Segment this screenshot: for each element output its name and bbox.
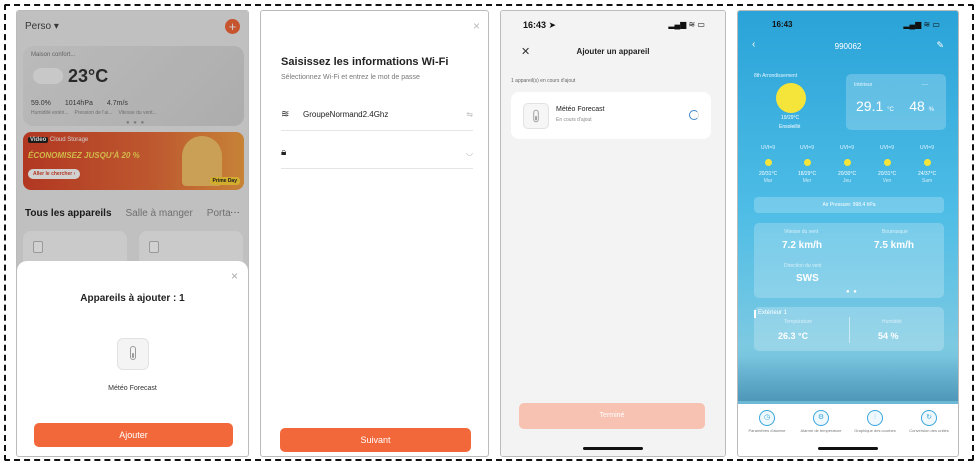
carousel-dots: ● ●	[846, 289, 858, 295]
outdoor-card[interactable]: Extérieur 1 Température 26.3 °C Humidité…	[754, 307, 944, 351]
home-screen-panel: Perso ▾ + Maison confort... 23°C 59.0% 1…	[16, 10, 249, 457]
device-icon[interactable]	[117, 338, 149, 370]
gust-label: Bourrasque	[882, 229, 908, 235]
home-indicator	[583, 447, 643, 450]
page-title: Saisissez les informations Wi-Fi	[281, 56, 449, 68]
status-icons: ▂▄▆ ≋ ▭	[668, 20, 705, 29]
outdoor-temp-value: 26.3 °C	[778, 331, 809, 341]
done-button[interactable]: Terminé	[519, 403, 705, 429]
status-time: 16:43 ➤	[523, 20, 557, 30]
chart-icon: ⫶	[867, 410, 883, 426]
page-subtitle: Sélectionnez Wi-Fi et entrez le mot de p…	[281, 74, 420, 81]
wind-speed-value: 7.2 km/h	[782, 240, 823, 251]
close-icon[interactable]: ×	[231, 269, 238, 283]
hide-password-icon[interactable]: ◡	[466, 148, 473, 157]
wifi-setup-panel: × Saisissez les informations Wi-Fi Sélec…	[260, 10, 489, 457]
indoor-dash: ----	[921, 82, 928, 88]
device-id-title: 990062	[834, 42, 862, 51]
add-devices-sheet: × Appareils à ajouter : 1 Météo Forecast…	[17, 261, 248, 456]
forecast-day: UVI=9 20/31°C Ven	[877, 145, 897, 184]
air-pressure-bar: Air Pressure: 998.4 hPa	[754, 197, 944, 213]
wifi-icon: ≋	[281, 109, 290, 120]
add-button[interactable]: Ajouter	[34, 423, 233, 447]
status-time: 16:43	[772, 20, 793, 29]
temperature-alarm-button[interactable]: ⚙ Alarme de température	[796, 410, 846, 434]
outdoor-hum-label: Humidité	[882, 319, 902, 325]
weather-condition: Ensoleillé	[779, 124, 801, 130]
indoor-humidity: 48 %	[909, 98, 934, 114]
indoor-card[interactable]: Intérieur ---- 29.1 °C 48 %	[846, 74, 946, 130]
thermometer-icon	[130, 346, 136, 360]
sun-icon	[776, 83, 806, 113]
device-icon	[523, 103, 549, 129]
bottom-nav: ◷ Paramètres d'alarme ⚙ Alarme de tempér…	[738, 404, 958, 456]
device-status: En cours d'ajout	[556, 117, 592, 123]
switch-network-icon[interactable]: ⇋	[466, 110, 473, 119]
wifi-password-field[interactable]: 🔒︎ ◡	[281, 139, 473, 169]
location-name: 8th Arrondissement	[754, 73, 798, 79]
home-indicator	[818, 447, 878, 450]
forecast-day: UVI=9 24/37°C Sam	[917, 145, 937, 184]
weather-station-panel: 16:43 ▂▄▆ ≋ ▭ ‹ 990062 ✎ 8th Arrondissem…	[737, 10, 959, 457]
forecast-day: UVI=9 20/31°C Mar	[758, 145, 778, 184]
indoor-temperature: 29.1 °C	[856, 98, 894, 114]
wind-direction-value: SWS	[796, 273, 819, 284]
page-title: Ajouter un appareil	[576, 47, 650, 56]
sun-icon	[883, 159, 891, 166]
loading-spinner-icon	[689, 110, 699, 120]
device-card[interactable]: Météo Forecast En cours d'ajout	[511, 92, 711, 139]
sun-icon	[764, 159, 772, 166]
refresh-icon: ↻	[921, 410, 937, 426]
device-name: Météo Forecast	[108, 385, 157, 392]
outdoor-temp-label: Température	[784, 319, 813, 325]
thermometer-icon	[533, 109, 539, 123]
wind-direction-label: Direction du vent	[784, 263, 822, 269]
mountain-decoration	[738, 356, 958, 401]
forecast-day: UVI=9 18/29°C Mer	[797, 145, 817, 184]
wifi-ssid-value: GroupeNormand2.4Ghz	[303, 110, 389, 119]
today-temp-range: 19/29°C	[781, 115, 800, 121]
sheet-title: Appareils à ajouter : 1	[80, 293, 185, 304]
close-icon[interactable]: ×	[473, 19, 480, 33]
alarm-settings-button[interactable]: ◷ Paramètres d'alarme	[742, 410, 792, 434]
wifi-ssid-field[interactable]: ≋ GroupeNormand2.4Ghz ⇋	[281, 101, 473, 131]
next-button[interactable]: Suivant	[280, 428, 471, 452]
forecast-day: UVI=9 20/30°C Jeu	[837, 145, 857, 184]
adding-device-panel: 16:43 ➤ ▂▄▆ ≋ ▭ ✕ Ajouter un appareil 1 …	[500, 10, 726, 457]
gust-value: 7.5 km/h	[874, 240, 915, 251]
wind-speed-label: Vitesse du vent	[784, 229, 819, 235]
edit-icon[interactable]: ✎	[936, 40, 944, 51]
curve-chart-button[interactable]: ⫶ Graphique des courbes	[850, 410, 900, 434]
status-icons: ▂▄▆ ≋ ▭	[903, 20, 940, 29]
lock-icon: 🔒︎	[281, 147, 287, 158]
sun-icon	[843, 159, 851, 166]
sun-icon	[803, 159, 811, 166]
sun-icon	[923, 159, 931, 166]
device-name: Météo Forecast	[556, 106, 605, 113]
unit-conversion-button[interactable]: ↻ Conversion des unités	[904, 410, 954, 434]
clock-icon: ◷	[759, 410, 775, 426]
outdoor-title: Extérieur 1	[758, 310, 788, 316]
indoor-label: Intérieur	[854, 82, 873, 88]
gear-icon: ⚙	[813, 410, 829, 426]
adding-count: 1 appareil(s) en cours d'ajout	[511, 78, 576, 84]
wind-card[interactable]: Vitesse du vent 7.2 km/h Bourrasque 7.5 …	[754, 223, 944, 298]
outdoor-hum-value: 54 %	[878, 331, 899, 341]
